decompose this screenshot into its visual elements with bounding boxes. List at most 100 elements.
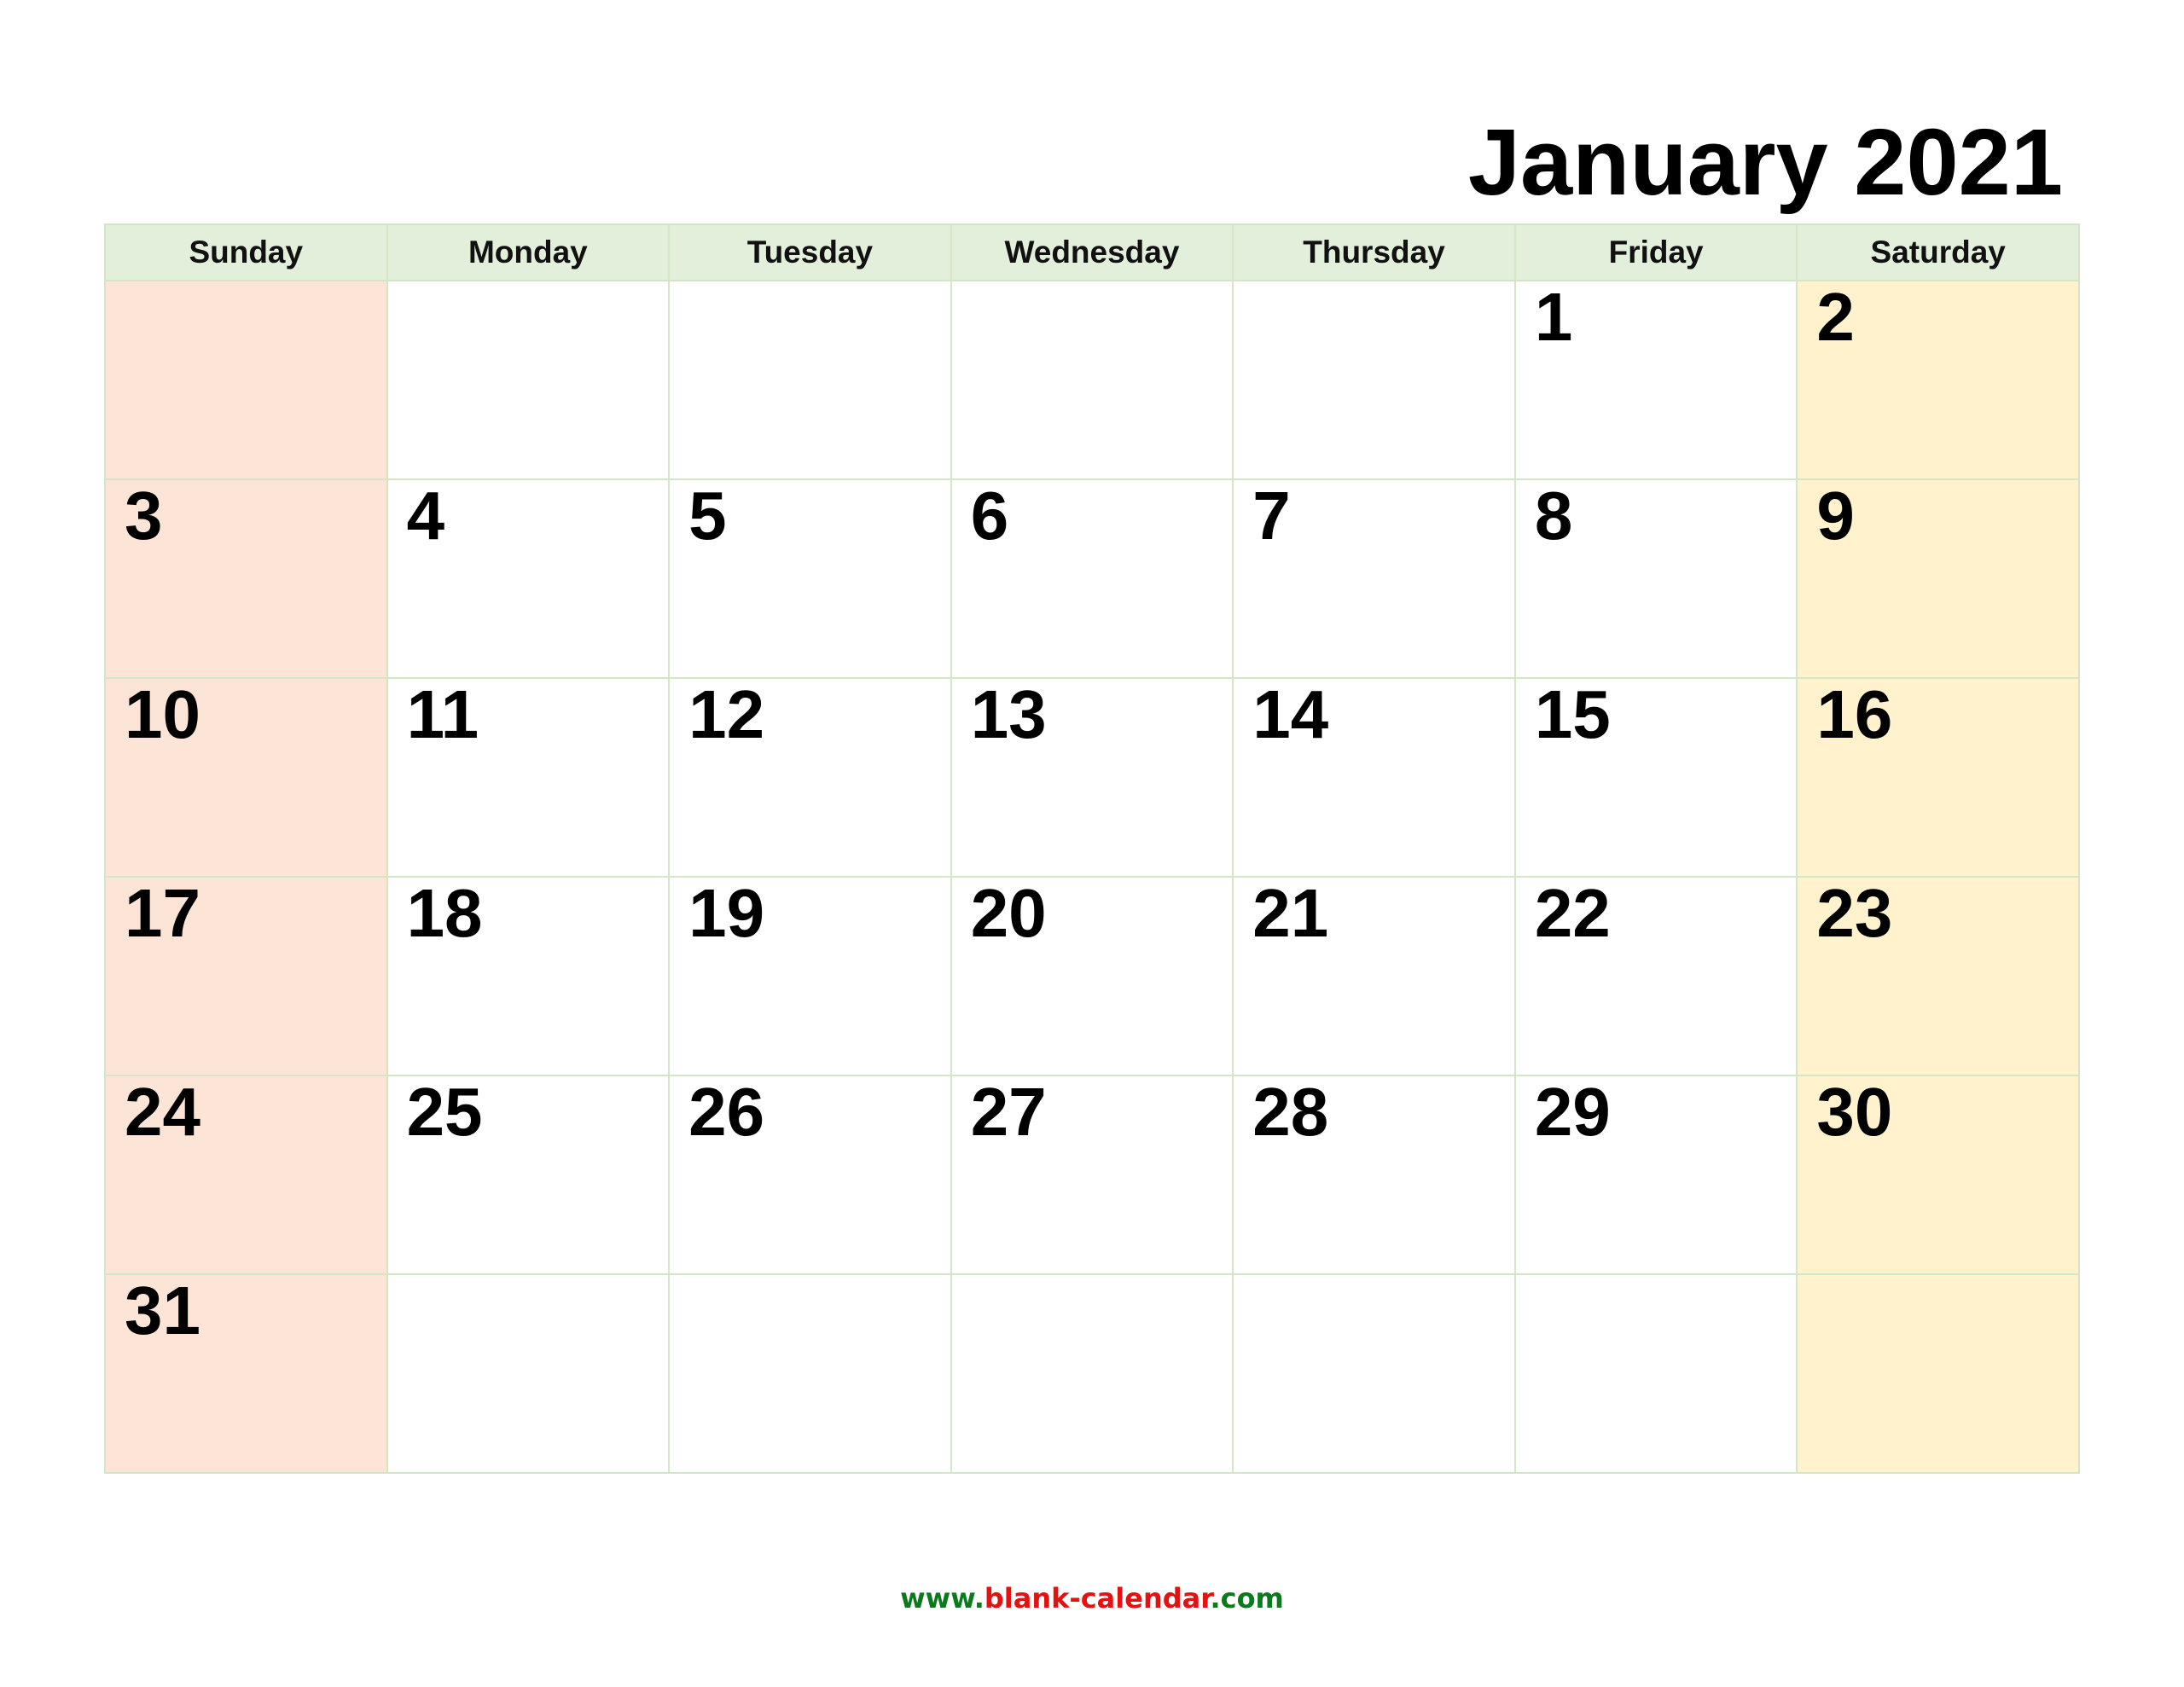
empty-day-cell [1513,1273,1798,1474]
day-number: 29 [1534,1074,1611,1150]
day-number [1798,1275,2078,1277]
footer-url-name: blank-calendar [984,1582,1211,1615]
day-number: 27 [970,1074,1047,1150]
week-row: 24 25 26 27 28 29 30 [104,1074,2080,1275]
day-number: 19 [688,875,765,951]
day-number: 23 [1816,875,1893,951]
weekday-header-wednesday: Wednesday [950,223,1234,281]
calendar-grid: Sunday Monday Tuesday Wednesday Thursday… [104,223,2080,1474]
day-number: 21 [1252,875,1329,951]
day-number: 2 [1816,279,1855,355]
day-number: 5 [688,478,727,554]
day-number [670,281,950,283]
week-row: 10 11 12 13 14 15 16 [104,676,2080,878]
day-number [1234,1275,1514,1277]
empty-day-cell [386,1273,671,1474]
empty-day-cell [1232,280,1516,480]
day-cell: 15 [1513,676,1798,878]
day-number: 18 [406,875,483,951]
weekday-header-monday: Monday [386,223,671,281]
empty-day-cell [950,280,1234,480]
day-cell: 5 [668,478,952,679]
day-number: 26 [688,1074,765,1150]
weekday-header-row: Sunday Monday Tuesday Wednesday Thursday… [104,223,2080,281]
day-number: 24 [125,1074,200,1150]
month-title: January 2021 [1467,110,2063,215]
day-cell: 23 [1796,875,2080,1076]
day-number: 28 [1252,1074,1329,1150]
day-cell: 2 [1796,279,2080,480]
day-cell: 19 [668,875,952,1076]
day-number: 10 [125,676,200,752]
week-row: 12 [104,279,2080,480]
day-number: 9 [1816,478,1855,554]
day-cell: 7 [1232,478,1516,679]
day-cell: 11 [386,676,671,878]
day-number: 1 [1534,279,1573,355]
day-number [1516,1275,1797,1277]
day-cell: 18 [386,875,671,1076]
weekday-header-friday: Friday [1513,223,1798,281]
day-number [106,281,386,283]
day-cell: 21 [1232,875,1516,1076]
day-number [388,1275,669,1277]
day-cell: 30 [1796,1074,2080,1275]
day-number: 14 [1252,676,1329,752]
day-number: 17 [125,875,200,951]
day-number: 12 [688,676,765,752]
day-number: 11 [406,676,479,752]
empty-day-cell [1232,1273,1516,1474]
empty-day-cell [950,1273,1234,1474]
day-number [388,281,669,283]
day-cell: 29 [1513,1074,1798,1275]
day-number: 8 [1534,478,1573,554]
day-number: 20 [970,875,1047,951]
day-cell: 31 [104,1272,388,1474]
footer-url-prefix: www. [900,1582,985,1615]
day-number: 30 [1816,1074,1893,1150]
weekday-header-thursday: Thursday [1232,223,1516,281]
day-cell: 9 [1796,478,2080,679]
day-cell: 3 [104,478,388,679]
day-number: 3 [125,478,163,554]
day-cell: 1 [1513,279,1798,480]
day-cell: 6 [950,478,1234,679]
day-cell: 8 [1513,478,1798,679]
day-number: 15 [1534,676,1611,752]
empty-day-cell [386,280,671,480]
day-cell: 14 [1232,676,1516,878]
day-cell: 22 [1513,875,1798,1076]
footer-url-suffix: .com [1210,1582,1284,1615]
day-cell: 12 [668,676,952,878]
footer-website: www.blank-calendar.com [0,1580,2184,1617]
day-number: 4 [406,478,445,554]
day-cell: 28 [1232,1074,1516,1275]
day-cell: 10 [104,676,388,878]
day-number: 16 [1816,676,1893,752]
day-number: 25 [406,1074,483,1150]
day-cell: 13 [950,676,1234,878]
week-row: 17 18 19 20 21 22 23 [104,875,2080,1076]
weekday-header-saturday: Saturday [1796,223,2080,281]
weekday-header-tuesday: Tuesday [668,223,952,281]
week-row: 3 4 5 6 7 8 9 [104,478,2080,679]
day-cell: 17 [104,875,388,1076]
day-cell: 25 [386,1074,671,1275]
empty-day-cell [104,280,388,480]
day-cell: 24 [104,1074,388,1275]
day-cell: 26 [668,1074,952,1275]
day-number: 7 [1252,478,1291,554]
day-number [670,1275,950,1277]
day-number: 31 [125,1272,200,1348]
day-number: 22 [1534,875,1611,951]
empty-day-cell [668,1273,952,1474]
weeks-body: 1 2 3 4 5 6 7 8 9 10 11 12 13 14 15 16 17 18 19 20 21 22 23 24 2… [104,279,2080,1474]
day-number [952,281,1233,283]
empty-day-cell [668,280,952,480]
day-number [1234,281,1514,283]
day-cell: 16 [1796,676,2080,878]
week-row: 31 [104,1272,2080,1474]
day-number: 13 [970,676,1047,752]
day-cell: 27 [950,1074,1234,1275]
weekday-header-sunday: Sunday [104,223,388,281]
